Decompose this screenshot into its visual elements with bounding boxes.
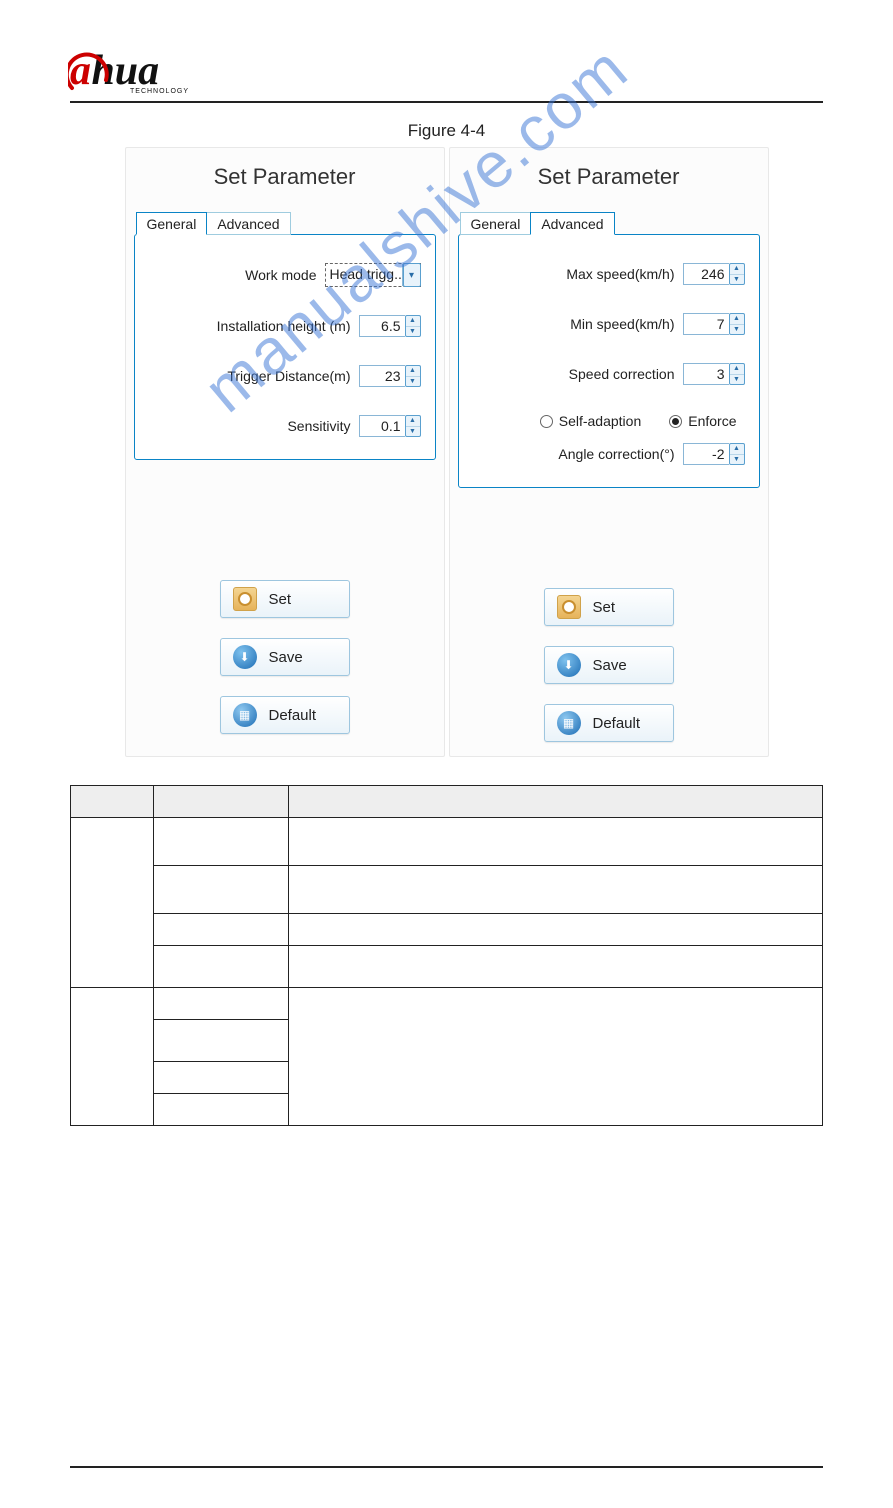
table-cell bbox=[289, 946, 823, 988]
min-speed-spinner[interactable]: ▲▼ bbox=[729, 313, 745, 335]
work-mode-select[interactable]: Head trigg... bbox=[325, 263, 421, 287]
group-general: Work mode Head trigg... Installation hei… bbox=[134, 234, 436, 460]
table-header-param bbox=[153, 786, 288, 818]
table-row bbox=[71, 988, 823, 1020]
gear-icon bbox=[557, 595, 581, 619]
radio-icon bbox=[540, 415, 553, 428]
radio-enforce[interactable]: Enforce bbox=[669, 413, 736, 429]
radio-enforce-label: Enforce bbox=[688, 413, 736, 429]
table-cell bbox=[153, 866, 288, 914]
trigger-distance-spinner[interactable]: ▲▼ bbox=[405, 365, 421, 387]
label-max-speed: Max speed(km/h) bbox=[566, 266, 674, 282]
group-advanced: Max speed(km/h) 246 ▲▼ Min speed(km/h) 7… bbox=[458, 234, 760, 488]
save-button-label: Save bbox=[269, 649, 303, 666]
table-cell bbox=[153, 1020, 288, 1062]
table-cell bbox=[153, 988, 288, 1020]
default-button[interactable]: Default bbox=[544, 704, 674, 742]
tab-advanced[interactable]: Advanced bbox=[530, 212, 614, 235]
angle-correction-spinner[interactable]: ▲▼ bbox=[729, 443, 745, 465]
table-row bbox=[71, 914, 823, 946]
footer-rule bbox=[70, 1466, 823, 1468]
sensitivity-input[interactable]: 0.1 bbox=[359, 415, 405, 437]
default-icon bbox=[233, 703, 257, 727]
table-row bbox=[71, 818, 823, 866]
panel-advanced: Set Parameter General Advanced Max speed… bbox=[449, 147, 769, 757]
chevron-down-icon[interactable] bbox=[403, 263, 421, 287]
save-button[interactable]: Save bbox=[220, 638, 350, 676]
radio-self-adaption-label: Self-adaption bbox=[559, 413, 642, 429]
table-cell bbox=[289, 818, 823, 866]
trigger-distance-input[interactable]: 23 bbox=[359, 365, 405, 387]
set-button-label: Set bbox=[593, 599, 616, 616]
tab-general[interactable]: General bbox=[136, 212, 208, 235]
speed-correction-input[interactable]: 3 bbox=[683, 363, 729, 385]
work-mode-value: Head trigg... bbox=[326, 264, 403, 286]
angle-mode-radios: Self-adaption Enforce bbox=[473, 413, 737, 429]
tab-general[interactable]: General bbox=[460, 212, 532, 235]
default-button[interactable]: Default bbox=[220, 696, 350, 734]
panel-general: Set Parameter General Advanced Work mode… bbox=[125, 147, 445, 757]
panel-title: Set Parameter bbox=[458, 164, 760, 190]
table-header-tab bbox=[71, 786, 154, 818]
parameter-table bbox=[70, 785, 823, 1126]
save-icon bbox=[233, 645, 257, 669]
save-button-label: Save bbox=[593, 657, 627, 674]
table-cell bbox=[71, 988, 154, 1126]
table-cell bbox=[289, 988, 823, 1126]
table-row bbox=[71, 946, 823, 988]
save-icon bbox=[557, 653, 581, 677]
install-height-input[interactable]: 6.5 bbox=[359, 315, 405, 337]
brand-logo: a hua TECHNOLOGY bbox=[70, 50, 823, 95]
radio-icon bbox=[669, 415, 682, 428]
label-work-mode: Work mode bbox=[245, 267, 316, 283]
set-button[interactable]: Set bbox=[220, 580, 350, 618]
max-speed-input[interactable]: 246 bbox=[683, 263, 729, 285]
logo-tagline: TECHNOLOGY bbox=[130, 88, 189, 95]
panel-title: Set Parameter bbox=[134, 164, 436, 190]
table-cell bbox=[289, 866, 823, 914]
tabs-right: General Advanced bbox=[460, 212, 760, 235]
default-icon bbox=[557, 711, 581, 735]
angle-correction-input[interactable]: -2 bbox=[683, 443, 729, 465]
label-sensitivity: Sensitivity bbox=[287, 418, 350, 434]
figure-caption: Figure 4-4 bbox=[70, 121, 823, 141]
table-cell bbox=[153, 914, 288, 946]
table-cell bbox=[289, 914, 823, 946]
logo-a: a bbox=[70, 50, 91, 92]
set-button-label: Set bbox=[269, 591, 292, 608]
default-button-label: Default bbox=[269, 707, 317, 724]
max-speed-spinner[interactable]: ▲▼ bbox=[729, 263, 745, 285]
table-header-note bbox=[289, 786, 823, 818]
min-speed-input[interactable]: 7 bbox=[683, 313, 729, 335]
table-cell bbox=[153, 1062, 288, 1094]
table-row bbox=[71, 866, 823, 914]
gear-icon bbox=[233, 587, 257, 611]
label-min-speed: Min speed(km/h) bbox=[570, 316, 674, 332]
tab-advanced[interactable]: Advanced bbox=[206, 212, 290, 235]
speed-correction-spinner[interactable]: ▲▼ bbox=[729, 363, 745, 385]
save-button[interactable]: Save bbox=[544, 646, 674, 684]
default-button-label: Default bbox=[593, 715, 641, 732]
table-cell bbox=[153, 818, 288, 866]
logo-hua: hua bbox=[91, 50, 159, 92]
table-cell bbox=[153, 946, 288, 988]
header-rule bbox=[70, 101, 823, 103]
label-angle-correction: Angle correction(°) bbox=[558, 446, 674, 462]
radio-self-adaption[interactable]: Self-adaption bbox=[540, 413, 642, 429]
table-cell bbox=[71, 818, 154, 988]
sensitivity-spinner[interactable]: ▲▼ bbox=[405, 415, 421, 437]
set-button[interactable]: Set bbox=[544, 588, 674, 626]
label-install-height: Installation height (m) bbox=[217, 318, 351, 334]
table-cell bbox=[153, 1094, 288, 1126]
install-height-spinner[interactable]: ▲▼ bbox=[405, 315, 421, 337]
label-trigger-distance: Trigger Distance(m) bbox=[227, 368, 350, 384]
label-speed-correction: Speed correction bbox=[569, 366, 675, 382]
tabs-left: General Advanced bbox=[136, 212, 436, 235]
